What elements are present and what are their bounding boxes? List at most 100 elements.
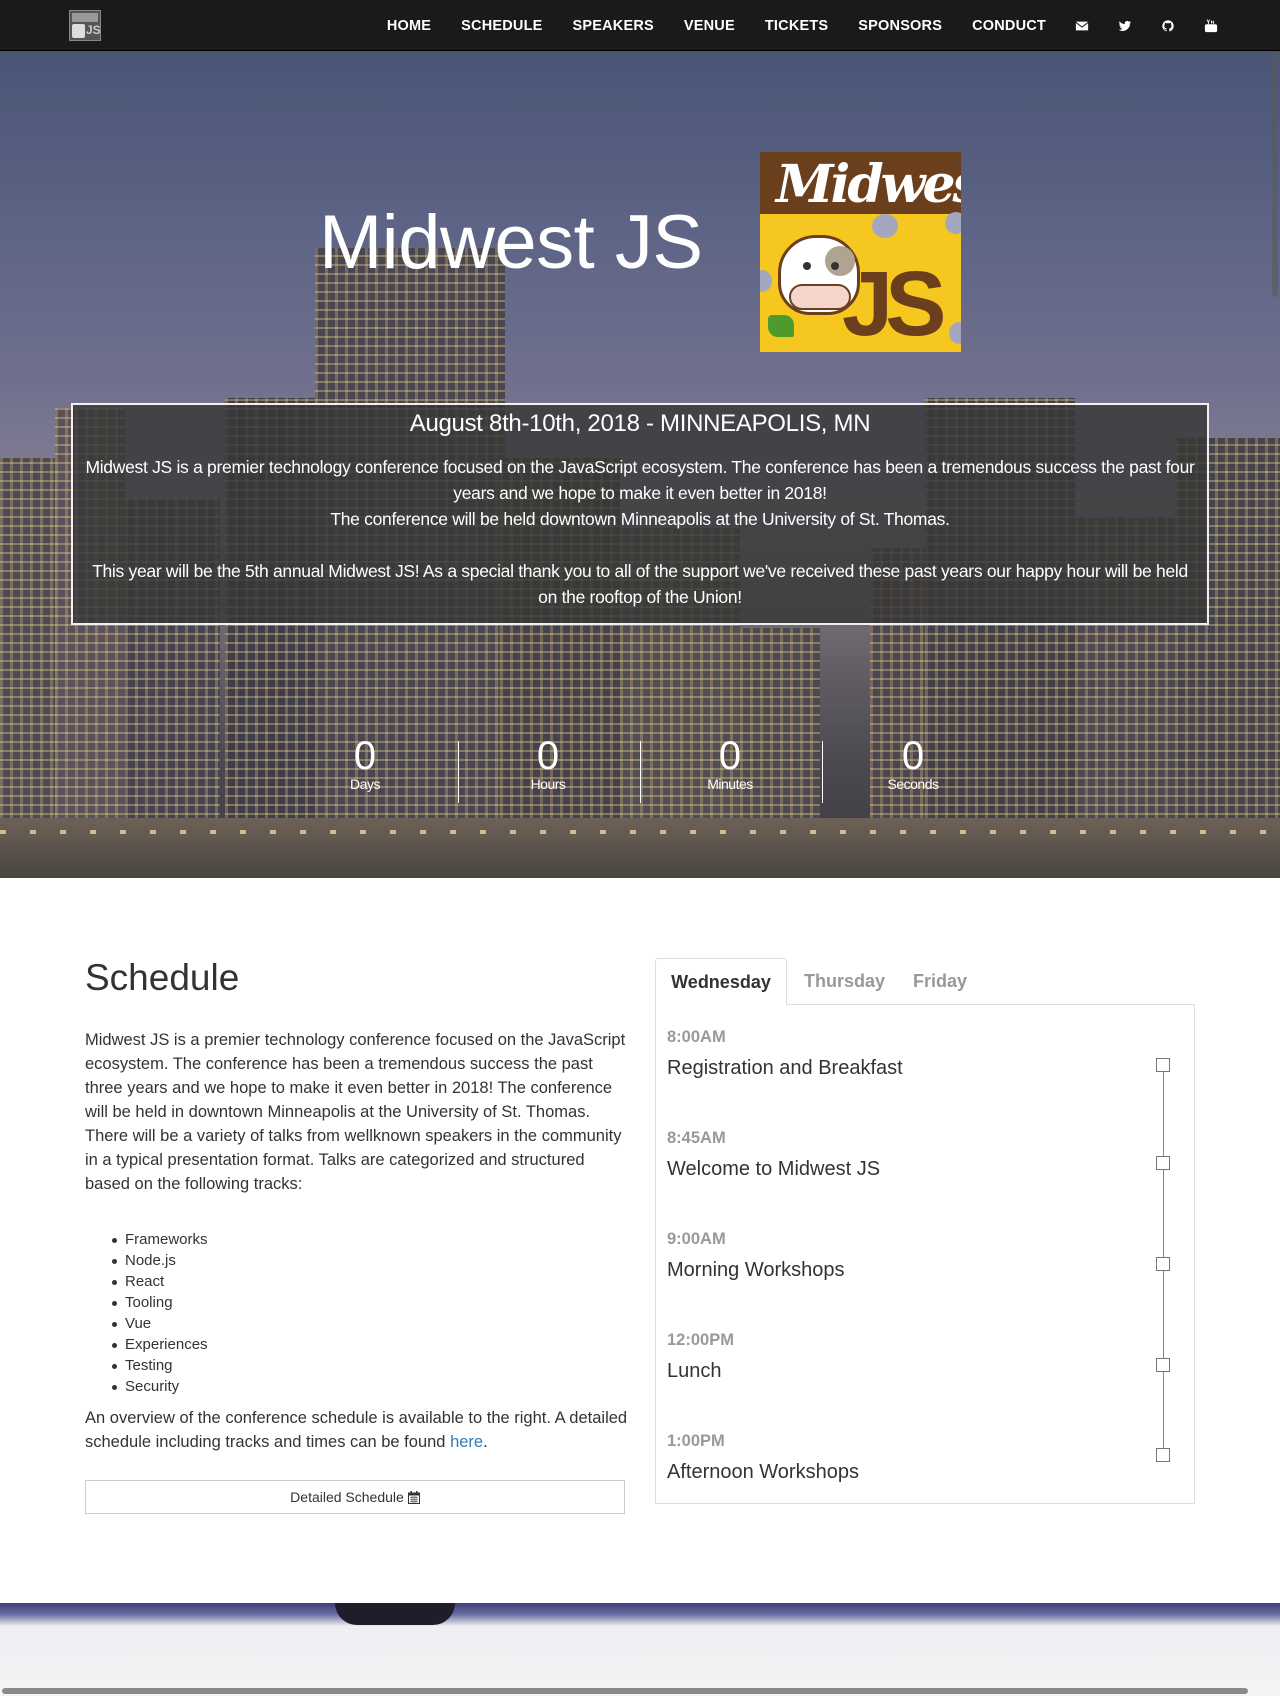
countdown-label: Hours [530,776,566,792]
timeline-event: 8:00AM Registration and Breakfast [667,1028,1167,1080]
track-list: Frameworks Node.js React Tooling Vue Exp… [101,1229,208,1397]
grass-icon [768,315,794,337]
schedule-overview: An overview of the conference schedule i… [85,1406,630,1454]
hero-section: Midwest JS Midwest JS August 8th-10th, 2… [0,51,1280,878]
navbar: JS HOME SCHEDULE SPEAKERS VENUE TICKETS … [0,0,1280,51]
event-title: Lunch [667,1360,722,1382]
nav-home[interactable]: HOME [387,18,431,34]
cow-eye [831,262,839,270]
countdown-hours: 0 Hours [488,734,608,792]
description-line-2: The conference will be held downtown Min… [330,509,950,529]
countdown: 0 Days 0 Hours 0 Minutes 0 Seconds [0,734,1280,804]
logo-banner [72,13,98,22]
list-item: Testing [101,1355,208,1376]
nav-venue[interactable]: VENUE [684,18,735,34]
countdown-value: 0 [353,734,377,778]
nav-schedule[interactable]: SCHEDULE [461,18,542,34]
nav-links: HOME SCHEDULE SPEAKERS VENUE TICKETS SPO… [357,0,1218,51]
countdown-label: Days [350,776,380,792]
event-title: Welcome to Midwest JS [667,1158,881,1180]
countdown-value: 0 [536,734,560,778]
schedule-heading: Schedule [85,957,240,998]
event-title: Morning Workshops [667,1259,845,1281]
timeline-marker [1156,1448,1170,1462]
event-title: Registration and Breakfast [667,1057,903,1079]
cow-spot [825,246,855,276]
countdown-divider [640,741,641,803]
conference-date: August 8th-10th, 2018 - MINNEAPOLIS, MN [409,410,871,437]
nav-sponsors[interactable]: SPONSORS [858,18,942,34]
tab-friday[interactable]: Friday [902,958,978,1005]
tab-thursday[interactable]: Thursday [787,958,902,1005]
list-item: Experiences [101,1334,208,1355]
detailed-schedule-button[interactable]: Detailed Schedule [85,1480,625,1514]
calendar-icon [407,1490,420,1504]
timeline-marker [1156,1257,1170,1271]
timeline-marker [1156,1058,1170,1072]
detailed-schedule-label: Detailed Schedule [290,1489,404,1505]
countdown-label: Minutes [707,776,753,792]
twitter-icon[interactable] [1118,19,1132,33]
logo-js-mark: JS [86,23,101,37]
cheese-hole [893,162,902,171]
timeline-marker [1156,1358,1170,1372]
countdown-seconds: 0 Seconds [853,734,973,792]
youtube-icon[interactable] [1204,18,1218,33]
next-section-background [0,1603,1280,1696]
countdown-divider [822,741,823,803]
logo-text-midwest: Midwest [776,154,961,215]
schedule-intro: Midwest JS is a premier technology confe… [85,1028,630,1196]
list-item: Tooling [101,1292,208,1313]
nav-speakers[interactable]: SPEAKERS [573,18,654,34]
envelope-icon[interactable] [1075,19,1089,33]
timeline-event: 1:00PM Afternoon Workshops [667,1432,1167,1484]
countdown-minutes: 0 Minutes [670,734,790,792]
schedule-day-tabs: Wednesday Thursday Friday [655,958,1195,1006]
cheese-hole [760,270,772,292]
tab-wednesday[interactable]: Wednesday [655,958,787,1006]
event-title: Afternoon Workshops [667,1461,859,1483]
overview-text: An overview of the conference schedule i… [85,1409,628,1451]
schedule-tracks-intro: There will be a variety of talks from we… [85,1127,622,1193]
vertical-scrollbar[interactable] [1272,52,1278,297]
timeline-event: 9:00AM Morning Workshops [667,1230,1167,1282]
nav-tickets[interactable]: TICKETS [765,18,828,34]
list-item: Node.js [101,1250,208,1271]
midwest-js-logo: Midwest JS [760,152,961,352]
bridge-railing [0,830,1280,834]
bridge [0,818,1280,878]
logo-cow-shape [72,24,85,38]
event-time: 8:00AM [667,1028,726,1046]
background-shadow [335,1603,455,1625]
cow-eye [803,262,811,270]
schedule-timeline: 8:00AM Registration and Breakfast 8:45AM… [655,1005,1195,1504]
detailed-schedule-link[interactable]: here [450,1433,483,1451]
list-item: Frameworks [101,1229,208,1250]
horizontal-scrollbar[interactable] [2,1688,1248,1694]
schedule-intro-text: Midwest JS is a premier technology confe… [85,1031,626,1121]
github-icon[interactable] [1161,19,1175,33]
countdown-label: Seconds [887,776,939,792]
site-logo[interactable]: JS [69,10,101,41]
list-item: Vue [101,1313,208,1334]
countdown-value: 0 [901,734,925,778]
timeline-event: 12:00PM Lunch [667,1331,1167,1383]
nav-conduct[interactable]: CONDUCT [972,18,1046,34]
event-time: 9:00AM [667,1230,726,1248]
cow-snout [789,284,851,310]
happy-hour-note: This year will be the 5th annual Midwest… [92,561,1188,607]
event-time: 1:00PM [667,1432,725,1450]
overview-period: . [483,1433,488,1451]
list-item: Security [101,1376,208,1397]
cheese-hole [949,322,961,344]
conference-description: Midwest JS is a premier technology confe… [73,454,1207,532]
event-time: 12:00PM [667,1331,734,1349]
timeline-event: 8:45AM Welcome to Midwest JS [667,1129,1167,1181]
cow-icon [778,235,860,315]
countdown-days: 0 Days [305,734,425,792]
description-line-1: Midwest JS is a premier technology confe… [85,457,1195,503]
timeline-marker [1156,1156,1170,1170]
list-item: React [101,1271,208,1292]
conference-info-box: August 8th-10th, 2018 - MINNEAPOLIS, MN … [71,403,1209,625]
countdown-divider [458,741,459,803]
